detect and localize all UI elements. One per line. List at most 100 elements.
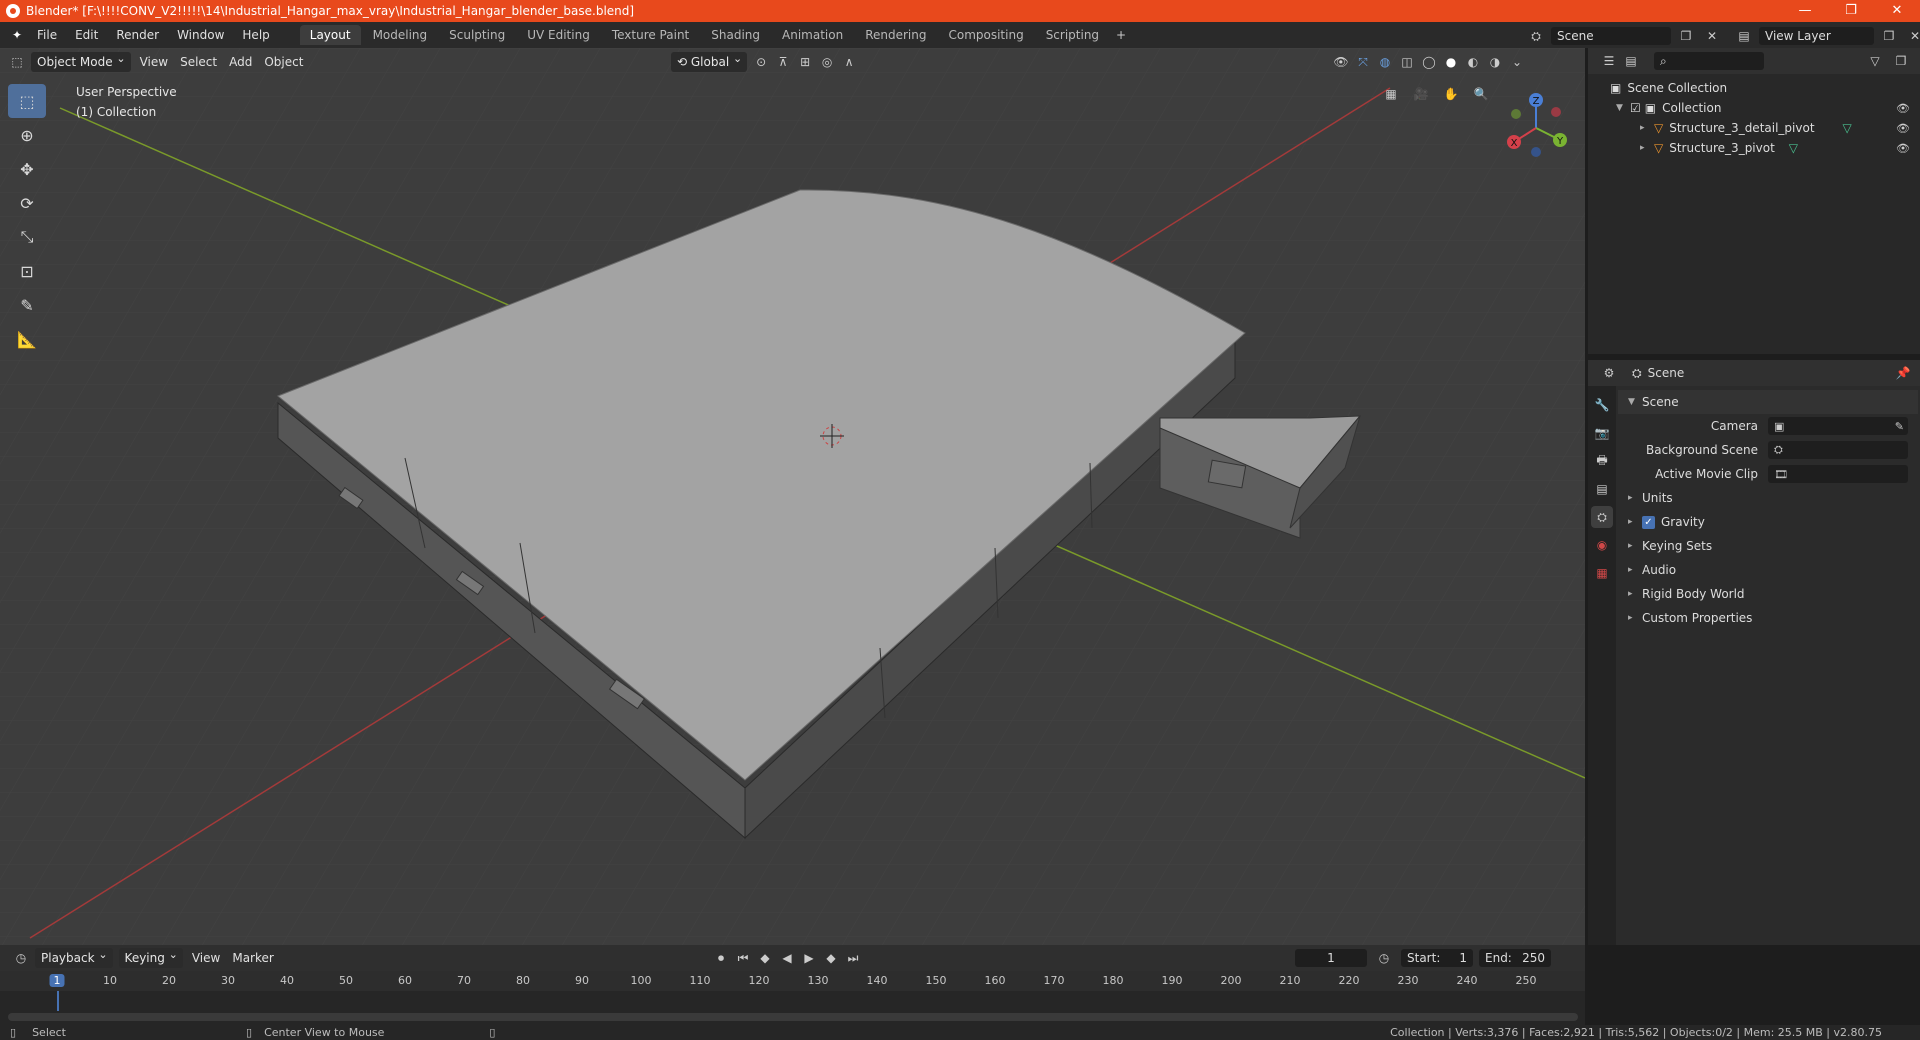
- active-movie-clip-field[interactable]: 🎞: [1768, 465, 1908, 483]
- rendered-shading-icon[interactable]: ◑: [1484, 52, 1506, 72]
- pivot-point-icon[interactable]: ⊙: [750, 52, 772, 72]
- tab-animation[interactable]: Animation: [772, 25, 853, 45]
- viewport-menu-view[interactable]: View: [134, 52, 174, 72]
- start-frame-field[interactable]: Start: 1: [1401, 949, 1473, 967]
- snap-target-icon[interactable]: ⊞: [794, 52, 816, 72]
- annotate-icon[interactable]: ✎: [8, 288, 46, 322]
- menu-file[interactable]: File: [28, 22, 66, 48]
- jump-start-icon[interactable]: ⏮: [732, 948, 754, 968]
- pan-hand-icon[interactable]: ✋: [1440, 84, 1462, 104]
- play-icon[interactable]: ▶: [798, 948, 820, 968]
- texture-tab-icon[interactable]: ▦: [1591, 562, 1613, 584]
- outliner-row-object[interactable]: ▸ ▽ Structure_3_pivot ▽ 👁: [1588, 138, 1920, 158]
- timeline-track-area[interactable]: [0, 991, 1585, 1025]
- gizmo-neg-y-icon[interactable]: [1511, 109, 1521, 119]
- new-scene-icon[interactable]: ❐: [1675, 26, 1697, 46]
- playback-menu[interactable]: Playback: [35, 945, 113, 968]
- tab-rendering[interactable]: Rendering: [855, 25, 936, 45]
- proportional-edit-icon[interactable]: ◎: [816, 52, 838, 72]
- jump-end-icon[interactable]: ⏭: [842, 948, 864, 968]
- material-shading-icon[interactable]: ◐: [1462, 52, 1484, 72]
- visibility-icon[interactable]: 👁: [1330, 52, 1352, 72]
- tab-modeling[interactable]: Modeling: [363, 25, 438, 45]
- current-frame-field[interactable]: 1: [1295, 949, 1367, 967]
- tool-tab-icon[interactable]: 🔧: [1591, 394, 1613, 416]
- tab-layout[interactable]: Layout: [299, 25, 361, 45]
- zoom-icon[interactable]: 🔍: [1470, 84, 1492, 104]
- scene-selector[interactable]: Scene: [1551, 27, 1671, 45]
- next-keyframe-icon[interactable]: ◆: [820, 948, 842, 968]
- checkbox-icon[interactable]: ☑: [1630, 101, 1641, 115]
- outliner-search-input[interactable]: ⌕: [1654, 52, 1764, 70]
- preview-range-icon[interactable]: ◷: [1373, 948, 1395, 968]
- custom-properties-panel[interactable]: ▸ Custom Properties: [1618, 606, 1918, 630]
- wireframe-shading-icon[interactable]: ◯: [1418, 52, 1440, 72]
- cursor-icon[interactable]: ⊕: [8, 118, 46, 152]
- keying-sets-panel[interactable]: ▸ Keying Sets: [1618, 534, 1918, 558]
- xray-icon[interactable]: ◫: [1396, 52, 1418, 72]
- scene-tab-icon[interactable]: ⛭: [1591, 506, 1613, 528]
- background-scene-field[interactable]: ⛭: [1768, 441, 1908, 459]
- expand-triangle-icon[interactable]: ▸: [1628, 565, 1642, 575]
- outliner-editor-icon[interactable]: ☰: [1598, 51, 1620, 71]
- camera-field[interactable]: ▣ ✎: [1768, 417, 1908, 435]
- tab-scripting[interactable]: Scripting: [1036, 25, 1109, 45]
- expand-triangle-icon[interactable]: ▼: [1616, 103, 1630, 113]
- close-button[interactable]: ✕: [1874, 0, 1920, 22]
- expand-triangle-icon[interactable]: ▸: [1640, 143, 1654, 153]
- render-tab-icon[interactable]: 📷: [1591, 422, 1613, 444]
- scale-icon[interactable]: ⤡: [8, 220, 46, 254]
- gizmo-neg-z-icon[interactable]: [1531, 147, 1541, 157]
- viewport-menu-select[interactable]: Select: [174, 52, 223, 72]
- view-layer-icon[interactable]: ▤: [1733, 26, 1755, 46]
- scene-icon[interactable]: ⛭: [1525, 26, 1547, 46]
- eyedropper-icon[interactable]: ✎: [1895, 420, 1904, 433]
- end-frame-field[interactable]: End: 250: [1479, 949, 1551, 967]
- delete-view-layer-icon[interactable]: ✕: [1904, 26, 1920, 46]
- gravity-panel[interactable]: ▸ ✓ Gravity: [1618, 510, 1918, 534]
- add-workspace-icon[interactable]: +: [1110, 25, 1132, 45]
- measure-icon[interactable]: 📐: [8, 322, 46, 356]
- units-panel[interactable]: ▸ Units: [1618, 486, 1918, 510]
- 3d-viewport[interactable]: ⬚ Object Mode View Select Add Object ⟲ G…: [0, 48, 1585, 945]
- pin-icon[interactable]: 📌: [1892, 363, 1914, 383]
- toggle-camera-view-icon[interactable]: ▦: [1380, 84, 1402, 104]
- gravity-checkbox-icon[interactable]: ✓: [1642, 515, 1655, 529]
- maximize-button[interactable]: ❐: [1828, 0, 1874, 22]
- new-collection-icon[interactable]: ❐: [1890, 51, 1912, 71]
- blender-menu-icon[interactable]: ✦: [6, 25, 28, 45]
- eye-icon[interactable]: 👁: [1896, 142, 1910, 155]
- keying-menu[interactable]: Keying: [118, 945, 183, 968]
- tab-texture-paint[interactable]: Texture Paint: [602, 25, 699, 45]
- record-icon[interactable]: ⏺: [710, 948, 732, 968]
- world-tab-icon[interactable]: ◉: [1591, 534, 1613, 556]
- prev-keyframe-icon[interactable]: ◆: [754, 948, 776, 968]
- expand-triangle-icon[interactable]: ▸: [1640, 123, 1654, 133]
- menu-help[interactable]: Help: [233, 22, 278, 48]
- outliner-row-object[interactable]: ▸ ▽ Structure_3_detail_pivot ▽ 👁: [1588, 118, 1920, 138]
- select-box-icon[interactable]: ⬚: [8, 84, 46, 118]
- minimize-button[interactable]: —: [1782, 0, 1828, 22]
- new-view-layer-icon[interactable]: ❐: [1878, 26, 1900, 46]
- snap-icon[interactable]: ⊼: [772, 52, 794, 72]
- gizmo-neg-x-icon[interactable]: [1551, 107, 1561, 117]
- tab-uv-editing[interactable]: UV Editing: [517, 25, 600, 45]
- viewport-menu-object[interactable]: Object: [258, 52, 309, 72]
- expand-triangle-icon[interactable]: ▸: [1628, 589, 1642, 599]
- scene-panel-header[interactable]: ▼ Scene: [1618, 390, 1918, 414]
- timeline-editor-icon[interactable]: ◷: [10, 948, 32, 968]
- eye-icon[interactable]: 👁: [1896, 122, 1910, 135]
- menu-render[interactable]: Render: [107, 22, 168, 48]
- overlays-icon[interactable]: ◍: [1374, 52, 1396, 72]
- solid-shading-icon[interactable]: ●: [1440, 52, 1462, 72]
- eye-icon[interactable]: 👁: [1896, 102, 1910, 115]
- camera-icon[interactable]: 🎥: [1410, 84, 1432, 104]
- view-layer-selector[interactable]: View Layer: [1759, 27, 1874, 45]
- rigid-body-world-panel[interactable]: ▸ Rigid Body World: [1618, 582, 1918, 606]
- playhead[interactable]: [57, 991, 59, 1011]
- play-reverse-icon[interactable]: ◀: [776, 948, 798, 968]
- falloff-icon[interactable]: ∧: [838, 52, 860, 72]
- editor-type-icon[interactable]: ⬚: [6, 52, 28, 72]
- tab-compositing[interactable]: Compositing: [938, 25, 1033, 45]
- expand-triangle-icon[interactable]: ▸: [1628, 541, 1642, 551]
